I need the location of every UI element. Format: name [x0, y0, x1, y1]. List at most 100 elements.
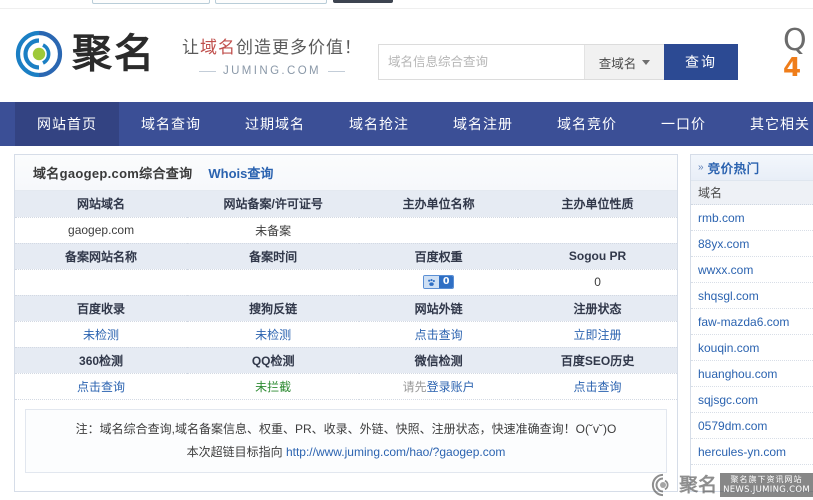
search-submit-button[interactable]: 查询 — [664, 44, 738, 80]
cropped-corner-widget[interactable]: Q 4 — [783, 27, 813, 81]
queried-domain-value: gaogep.com — [15, 217, 188, 244]
table-header-cell: QQ检测 — [187, 347, 360, 374]
table-header-row: 百度收录 搜狗反链 网站外链 注册状态 — [15, 295, 677, 322]
main-nav-list: 网站首页 域名查询 过期域名 域名抢注 域名注册 域名竞价 一口价 其它相关NEW — [0, 102, 813, 146]
signal-target-icon — [651, 473, 669, 497]
table-cell-link[interactable]: 未检测 — [255, 328, 291, 342]
table-header-cell: 主办单位性质 — [518, 191, 677, 218]
nav-item-0[interactable]: 网站首页 — [15, 102, 119, 146]
search-bar: 查域名 查询 — [378, 44, 738, 80]
qq-check-status: 未拦截 — [255, 379, 292, 394]
card-header: 域名gaogep.com综合查询 Whois查询 — [15, 155, 677, 191]
table-header-cell: 百度权重 — [359, 243, 519, 270]
logo-wordmark: 聚名 — [72, 31, 156, 77]
table-cell: 立即注册 — [518, 321, 677, 348]
tagline-dash-left — [198, 70, 216, 72]
nav-item-6[interactable]: 一口价 — [639, 102, 728, 146]
sidebar-domain-item[interactable]: rmb.com — [691, 205, 813, 231]
page-body: 域名gaogep.com综合查询 Whois查询 网站域名 网站备案/许可证号 主办… — [0, 146, 813, 500]
domain-lookup-card: 域名gaogep.com综合查询 Whois查询 网站域名 网站备案/许可证号 主办… — [14, 154, 678, 492]
table-header-cell: 百度收录 — [15, 295, 188, 322]
table-header-cell: 备案网站名称 — [15, 243, 188, 270]
table-cell-link[interactable]: 立即注册 — [574, 328, 622, 342]
login-required-text: 请先 — [402, 379, 427, 394]
watermark-line-2: NEWS.JUMING.COM — [723, 485, 810, 495]
nav-item-5[interactable]: 域名竞价 — [535, 102, 639, 146]
sidebar-domain-item[interactable]: wwxx.com — [691, 257, 813, 283]
table-cell-link[interactable]: 未检测 — [83, 328, 119, 342]
watermark-line-1: 聚名旗下资讯网站 — [730, 475, 803, 484]
main-nav: 网站首页 域名查询 过期域名 域名抢注 域名注册 域名竞价 一口价 其它相关NEW — [0, 102, 813, 146]
nav-item-label: 域名竞价 — [557, 116, 617, 132]
nav-item-4[interactable]: 域名注册 — [431, 102, 535, 146]
cropped-input-1[interactable] — [92, 0, 210, 4]
domain-info-table: 网站域名 网站备案/许可证号 主办单位名称 主办单位性质 gaogep.com 未备案 备… — [15, 191, 677, 400]
table-header-cell: 百度SEO历史 — [518, 347, 677, 374]
table-header-cell: 网站备案/许可证号 — [187, 191, 360, 218]
nav-item-label: 域名注册 — [453, 116, 513, 132]
tagline-domain: JUMING.COM — [172, 65, 372, 77]
table-cell: 未检测 — [187, 321, 360, 348]
sidebar-domain-item[interactable]: shqsgl.com — [691, 283, 813, 309]
double-chevron-right-icon: » — [698, 161, 703, 173]
sidebar-domain-item[interactable]: faw-mazda6.com — [691, 309, 813, 335]
site-watermark: 聚名 聚名旗下资讯网站 NEWS.JUMING.COM — [650, 470, 813, 500]
site-header: 聚名 让域名创造更多价值！ JUMING.COM 查域名 查询 Q 4 — [0, 9, 813, 102]
nav-item-3[interactable]: 域名抢注 — [327, 102, 431, 146]
sidebar-column-header: 域名 — [691, 181, 813, 205]
table-note: 注：域名综合查询,域名备案信息、权重、PR、收录、外链、快照、注册状态，快速准确… — [25, 408, 667, 473]
table-cell: 未检测 — [15, 321, 188, 348]
nav-item-label: 域名查询 — [141, 116, 201, 132]
nav-item-7[interactable]: 其它相关NEW — [728, 102, 813, 146]
tagline-dash-right — [328, 70, 346, 72]
table-cell: 点击查询 — [518, 373, 677, 400]
table-cell-link[interactable]: 点击查询 — [574, 380, 622, 394]
login-account-link[interactable]: 登录账户 — [427, 380, 475, 394]
nav-item-2[interactable]: 过期域名 — [223, 102, 327, 146]
sidebar-domain-item[interactable]: 0579dm.com — [691, 413, 813, 439]
hot-auction-sidebar: » 竞价热门 域名 rmb.com 88yx.com wwxx.com shqsgl.… — [690, 154, 813, 492]
note-target-url[interactable]: http://www.juming.com/hao/?gaogep.com — [286, 445, 505, 459]
table-header-cell: 搜狗反链 — [187, 295, 360, 322]
table-cell-link[interactable]: 点击查询 — [77, 380, 125, 394]
table-cell: 未拦截 — [187, 373, 360, 400]
table-row: 00 — [15, 269, 677, 296]
table-cell — [187, 269, 360, 296]
table-row: 点击查询 未拦截 请先登录账户 点击查询 — [15, 373, 677, 400]
wechat-check-cell: 请先登录账户 — [359, 373, 519, 400]
nav-item-label: 其它相关 — [750, 116, 810, 132]
sidebar-domain-item[interactable]: kouqin.com — [691, 335, 813, 361]
note-line-1: 注：域名综合查询,域名备案信息、权重、PR、收录、外链、快照、注册状态，快速准确… — [75, 421, 617, 436]
table-header-cell: 微信检测 — [359, 347, 519, 374]
site-logo[interactable]: 聚名 — [12, 27, 156, 81]
cropped-button[interactable] — [333, 0, 393, 3]
nav-item-label: 域名抢注 — [349, 116, 409, 132]
note-line-2-prefix: 本次超链目标指向 — [186, 444, 283, 459]
sidebar-domain-item[interactable]: huanghou.com — [691, 361, 813, 387]
baidu-paw-icon — [424, 276, 440, 289]
page-title: 域名gaogep.com综合查询 — [33, 166, 193, 181]
corner-letter: Q — [783, 27, 807, 58]
table-header-cell: 网站域名 — [15, 191, 188, 218]
search-input[interactable] — [379, 45, 584, 79]
sidebar-domain-item[interactable]: 88yx.com — [691, 231, 813, 257]
search-scope-select[interactable]: 查域名 — [584, 45, 664, 79]
sidebar-domain-item[interactable]: hercules-yn.com — [691, 439, 813, 465]
table-cell-link[interactable]: 点击查询 — [415, 328, 463, 342]
table-row: gaogep.com 未备案 — [15, 217, 677, 244]
baidu-weight-badge[interactable]: 0 — [423, 275, 455, 290]
site-tagline: 让域名创造更多价值！ JUMING.COM — [172, 33, 372, 77]
corner-number: 4 — [783, 53, 802, 81]
table-header-cell: Sogou PR — [518, 243, 677, 270]
cropped-input-2[interactable] — [215, 0, 327, 4]
table-cell: 点击查询 — [15, 373, 188, 400]
nav-item-1[interactable]: 域名查询 — [119, 102, 223, 146]
sidebar-domain-list: rmb.com 88yx.com wwxx.com shqsgl.com faw-maz… — [691, 205, 813, 465]
sidebar-domain-item[interactable]: sqjsgc.com — [691, 387, 813, 413]
table-header-cell: 备案时间 — [187, 243, 360, 270]
tagline-main: 让域名创造更多价值！ — [182, 38, 362, 58]
whois-query-link[interactable]: Whois查询 — [208, 163, 273, 182]
signal-target-icon — [15, 30, 63, 78]
baidu-weight-cell: 0 — [359, 269, 519, 296]
table-cell: 0 — [518, 269, 677, 296]
